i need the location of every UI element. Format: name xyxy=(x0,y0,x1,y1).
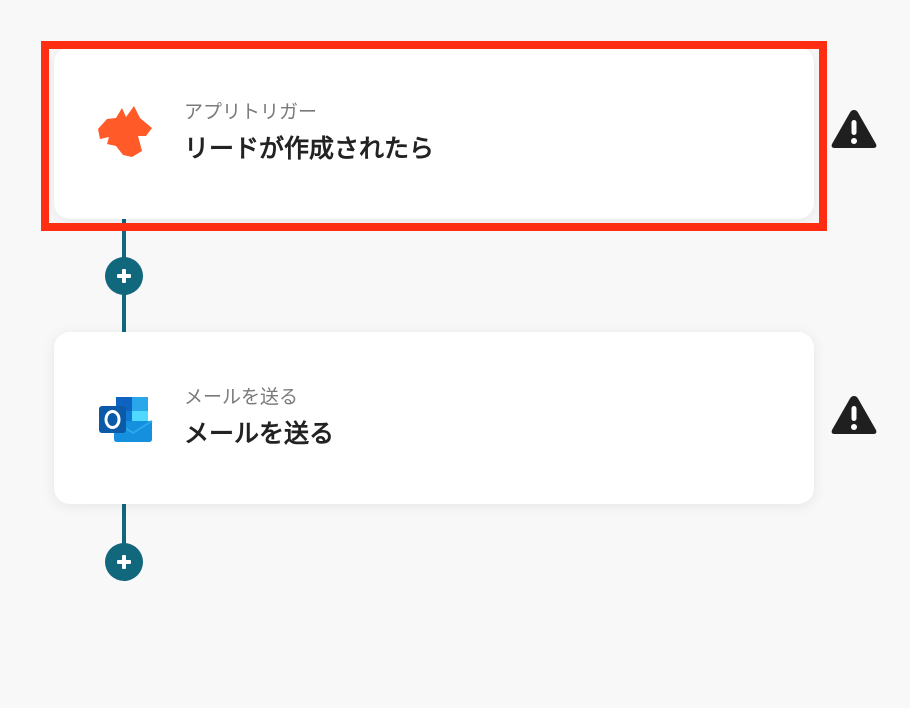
step-title: リードが作成されたら xyxy=(184,134,435,163)
outlook-icon xyxy=(94,387,156,449)
add-step-button[interactable] xyxy=(105,257,143,295)
step-kind-label: メールを送る xyxy=(184,386,299,408)
fox-icon xyxy=(94,102,156,164)
step-title: メールを送る xyxy=(184,419,335,448)
warning-icon xyxy=(831,396,877,434)
add-step-button[interactable] xyxy=(105,543,143,581)
trigger-step-card[interactable]: アプリトリガー リードが作成されたら xyxy=(54,47,814,219)
warning-icon xyxy=(831,110,877,148)
send-mail-step-card[interactable]: メールを送る メールを送る xyxy=(54,332,814,504)
step-kind-label: アプリトリガー xyxy=(184,101,318,123)
